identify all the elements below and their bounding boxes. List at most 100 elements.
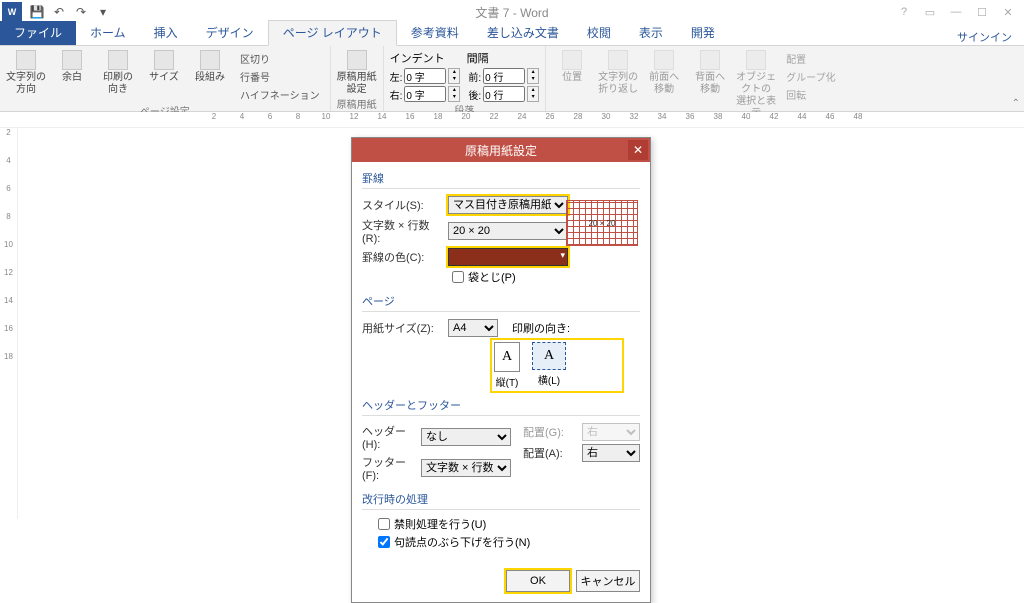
line-numbers-button[interactable]: 行番号 [236, 68, 324, 85]
header-select[interactable]: なし [421, 428, 511, 446]
ruler-tick: 14 [368, 112, 396, 128]
orientation-button[interactable]: 印刷の 向き [98, 50, 138, 96]
vertical-ruler[interactable]: 24681012141618 [0, 128, 18, 519]
ruler-tick: 16 [396, 112, 424, 128]
tab-references[interactable]: 参考資料 [397, 21, 473, 45]
tab-review[interactable]: 校閲 [573, 21, 625, 45]
hyphenation-button[interactable]: ハイフネーション [236, 86, 324, 103]
grid-preview: 20 × 20 [566, 200, 638, 246]
help-icon[interactable]: ? [894, 6, 914, 19]
kinsoku-checkbox[interactable] [378, 518, 390, 530]
ruler-v-tick: 10 [0, 240, 17, 268]
booklet-checkbox[interactable] [452, 271, 464, 283]
undo-icon[interactable]: ↶ [52, 5, 66, 19]
collapse-ribbon-icon[interactable]: ⌃ [1012, 98, 1020, 109]
window-controls: ? ▭ — ☐ ✕ [894, 6, 1018, 19]
dialog-close-icon[interactable]: ✕ [628, 140, 648, 160]
footer-select[interactable]: 文字数 × 行数 [421, 459, 511, 477]
ruler-tick: 28 [564, 112, 592, 128]
indent-left-input[interactable] [404, 68, 446, 84]
margins-button[interactable]: 余白 [52, 50, 92, 84]
rotate-button: 回転 [782, 86, 839, 103]
ruler-tick: 6 [256, 112, 284, 128]
tab-mailings[interactable]: 差し込み文書 [473, 21, 573, 45]
ok-button[interactable]: OK [506, 570, 570, 592]
tab-developer[interactable]: 開発 [677, 21, 729, 45]
section-grid: 罫線 スタイル(S): マス目付き原稿用紙 文字数 × 行数(R): 20 × … [362, 170, 640, 287]
orientation-portrait[interactable]: A縦(T) [494, 342, 520, 389]
ruler-tick: 44 [788, 112, 816, 128]
cancel-button[interactable]: キャンセル [576, 570, 640, 592]
align-button: 配置 [782, 50, 839, 67]
size-button[interactable]: サイズ [144, 50, 184, 84]
ruler-tick: 34 [648, 112, 676, 128]
minimize-icon[interactable]: — [946, 6, 966, 19]
ruler-v-tick: 8 [0, 212, 17, 240]
ruler-tick: 24 [508, 112, 536, 128]
ruler-v-tick: 2 [0, 128, 17, 156]
indent-right-spinner[interactable]: ▴▾ [448, 86, 460, 102]
ruler-tick: 40 [732, 112, 760, 128]
ribbon-opts-icon[interactable]: ▭ [920, 6, 940, 19]
indent-right-input[interactable] [404, 86, 446, 102]
ruler-tick: 8 [284, 112, 312, 128]
sign-in-link[interactable]: サインイン [957, 29, 1024, 45]
group-button: グループ化 [782, 68, 839, 85]
selection-pane-button: オブジェクトの 選択と表示 [736, 50, 776, 120]
section-linebreak: 改行時の処理 禁則処理を行う(U) 句読点のぶら下げを行う(N) [362, 491, 640, 552]
spacing-after-spinner[interactable]: ▴▾ [527, 86, 539, 102]
group-manuscript: 原稿用紙 設定 原稿用紙 [331, 46, 384, 111]
group-paragraph: インデント 間隔 左:▴▾ 前:▴▾ 右:▴▾ 後:▴▾ 段落 [384, 46, 547, 111]
horizontal-ruler[interactable]: 2468101214161820222426283032343638404244… [0, 112, 1024, 128]
ruler-tick: 18 [424, 112, 452, 128]
orientation-landscape[interactable]: A横(L) [532, 342, 566, 389]
manuscript-settings-button[interactable]: 原稿用紙 設定 [337, 50, 377, 96]
paper-size-select[interactable]: A4 [448, 319, 498, 337]
style-select[interactable]: マス目付き原稿用紙 [448, 196, 568, 214]
ruler-v-tick: 16 [0, 324, 17, 352]
spacing-before-input[interactable] [483, 68, 525, 84]
bring-forward-button: 前面へ 移動 [644, 50, 684, 96]
columns-button[interactable]: 段組み [190, 50, 230, 84]
spacing-label: 間隔 [467, 50, 489, 66]
ribbon-tabs: ファイル ホーム 挿入 デザイン ページ レイアウト 参考資料 差し込み文書 校… [0, 24, 1024, 46]
qat-more-icon[interactable]: ▾ [96, 5, 110, 19]
spacing-after-input[interactable] [483, 86, 525, 102]
indent-left-spinner[interactable]: ▴▾ [448, 68, 460, 84]
ruler-tick: 32 [620, 112, 648, 128]
group-arrange: 位置 文字列の 折り返し 前面へ 移動 背面へ 移動 オブジェクトの 選択と表示… [546, 46, 845, 111]
save-icon[interactable]: 💾 [30, 5, 44, 19]
rows-cols-select[interactable]: 20 × 20 [448, 222, 568, 240]
close-icon[interactable]: ✕ [998, 6, 1018, 19]
indent-label: インデント [390, 50, 445, 66]
tab-view[interactable]: 表示 [625, 21, 677, 45]
arrange-stack: 配置 グループ化 回転 [782, 50, 839, 103]
ruler-tick: 10 [312, 112, 340, 128]
align-a-select[interactable]: 右 [582, 444, 640, 462]
tab-design[interactable]: デザイン [192, 21, 268, 45]
ruler-tick: 22 [480, 112, 508, 128]
ruler-tick: 46 [816, 112, 844, 128]
group-page-setup: 文字列の 方向 余白 印刷の 向き サイズ 段組み 区切り 行番号 ハイフネーシ… [0, 46, 331, 111]
redo-icon[interactable]: ↷ [74, 5, 88, 19]
ruler-tick: 4 [228, 112, 256, 128]
text-direction-button[interactable]: 文字列の 方向 [6, 50, 46, 96]
tab-insert[interactable]: 挿入 [140, 21, 192, 45]
grid-color-picker[interactable] [448, 248, 568, 266]
position-button: 位置 [552, 50, 592, 84]
tab-home[interactable]: ホーム [76, 21, 140, 45]
section-page: ページ 用紙サイズ(Z): A4 印刷の向き: A縦(T) A横(L) [362, 293, 640, 391]
spacing-before-spinner[interactable]: ▴▾ [527, 68, 539, 84]
dialog-title: 原稿用紙設定 ✕ [352, 138, 650, 162]
tab-file[interactable]: ファイル [0, 21, 76, 45]
burasage-checkbox[interactable] [378, 536, 390, 548]
maximize-icon[interactable]: ☐ [972, 6, 992, 19]
tab-page-layout[interactable]: ページ レイアウト [268, 20, 397, 46]
ruler-tick: 30 [592, 112, 620, 128]
ruler-v-tick: 14 [0, 296, 17, 324]
send-backward-button: 背面へ 移動 [690, 50, 730, 96]
ruler-v-tick: 12 [0, 268, 17, 296]
app-icon: W [2, 2, 22, 22]
breaks-button[interactable]: 区切り [236, 50, 324, 67]
ruler-tick: 12 [340, 112, 368, 128]
